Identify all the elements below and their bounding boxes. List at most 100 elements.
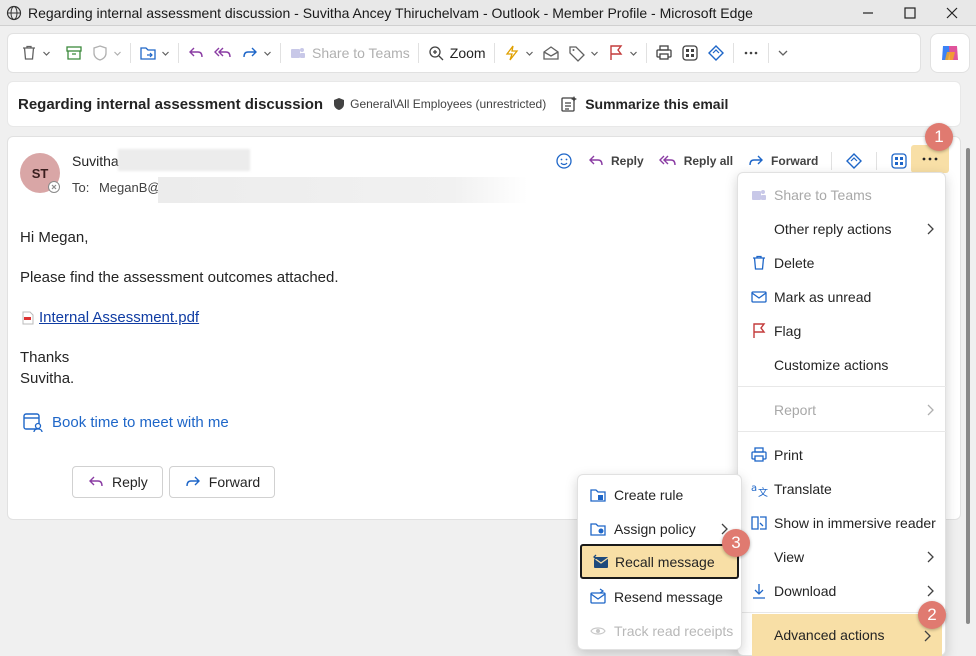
forward-icon [243,47,257,58]
sensitivity-label[interactable]: General\All Employees (unrestricted) [333,97,546,111]
menu-item-report[interactable]: Report [738,393,947,427]
forward-toolbar-button[interactable] [237,38,276,68]
more-toolbar-button[interactable] [738,38,764,68]
pdf-file-icon [22,311,34,324]
apps-button[interactable] [677,38,703,68]
forward-button[interactable]: Forward [168,466,276,498]
close-window-button[interactable] [932,0,972,26]
archive-button[interactable] [61,38,87,68]
attachment-name[interactable]: Internal Assessment.pdf [39,309,199,326]
submenu-item-create-rule[interactable]: Create rule [578,478,743,512]
move-button[interactable] [135,38,174,68]
menu-item-label: Print [774,447,803,463]
loop-action[interactable] [838,149,870,173]
menu-item-advanced-actions[interactable]: Advanced actions [752,614,942,656]
loop-icon [707,45,724,61]
menu-item-print[interactable]: Print [738,438,947,472]
message-actions: Reply Reply all Forward [548,149,915,173]
reply-button-row: Reply Forward [72,466,281,498]
menu-item-label: Translate [774,481,832,497]
divider [493,43,495,63]
translate-icon: a文 [751,483,768,498]
chevron-down-icon [778,50,788,56]
edge-globe-icon [6,5,22,20]
copilot-button[interactable] [930,33,970,73]
book-time-link[interactable]: Book time to meet with me [22,411,229,433]
trash-icon [753,255,765,270]
menu-item-other-reply-actions[interactable]: Other reply actions [738,212,947,246]
emoji-reaction-button[interactable] [548,149,580,173]
submenu-item-label: Resend message [614,589,723,605]
minimize-button[interactable] [848,0,888,26]
loop-icon [846,153,863,169]
forward-button-label: Forward [208,474,261,490]
chevron-down-icon [43,51,50,56]
summarize-label: Summarize this email [585,96,729,112]
maximize-icon [904,7,916,19]
summarize-icon [561,96,578,112]
menu-item-flag[interactable]: Flag [738,314,947,348]
print-button[interactable] [651,38,677,68]
menu-item-download[interactable]: Download [738,574,947,608]
menu-item-share-to-teams[interactable]: Share to Teams [738,178,947,212]
presence-icon [48,181,60,193]
chevron-right-icon [927,585,934,597]
menu-item-label: Advanced actions [774,627,885,643]
menu-item-label: View [774,549,805,565]
share-to-teams-button[interactable]: Share to Teams [285,38,414,68]
reply-all-action[interactable]: Reply all [651,149,740,173]
submenu-item-resend-message[interactable]: Resend message [578,580,743,614]
submenu-item-recall-message[interactable]: Recall message [580,544,739,579]
summarize-button[interactable]: Summarize this email [560,95,728,113]
divider [732,43,734,63]
menu-item-view[interactable]: View [738,540,947,574]
reply-button[interactable]: Reply [72,466,163,498]
print-icon [751,447,767,462]
flag-icon [753,323,766,338]
share-to-teams-label: Share to Teams [312,45,410,61]
expand-toolbar-button[interactable] [773,38,793,68]
delete-button[interactable] [16,38,55,68]
categorize-button[interactable] [564,38,603,68]
zoom-label: Zoom [449,45,486,61]
reply-action[interactable]: Reply [580,149,651,173]
loop-button[interactable] [703,38,729,68]
trash-icon [23,45,35,60]
divider [831,152,833,170]
reply-button-label: Reply [112,474,148,490]
menu-item-translate[interactable]: a文 Translate [738,472,947,506]
maximize-button[interactable] [890,0,930,26]
menu-item-immersive-reader[interactable]: Show in immersive reader [738,506,947,540]
recipient-name[interactable]: MeganB@ [99,180,161,195]
report-button[interactable] [87,38,126,68]
step-badge-2: 2 [918,601,946,629]
reply-all-toolbar-button[interactable] [209,38,237,68]
emoji-icon [556,153,572,169]
apps-icon [891,153,908,169]
flag-button[interactable] [603,38,642,68]
submenu-item-track-read-receipts[interactable]: Track read receipts [578,614,743,648]
scrollbar[interactable] [964,136,972,656]
sender-name[interactable]: Suvitha [72,153,119,169]
mark-read-button[interactable] [538,38,564,68]
envelope-icon [751,291,767,303]
forward-action-label: Forward [771,154,819,168]
menu-item-mark-as-unread[interactable]: Mark as unread [738,280,947,314]
submenu-item-label: Create rule [614,487,684,503]
forward-action[interactable]: Forward [740,149,825,173]
divider [417,43,419,63]
reply-action-label: Reply [611,154,644,168]
submenu-item-assign-policy[interactable]: Assign policy [578,512,743,546]
scrollbar-thumb[interactable] [966,148,970,624]
assign-policy-icon [590,523,606,536]
forward-icon [749,155,764,166]
reply-all-icon [658,155,676,166]
zoom-button[interactable]: Zoom [423,38,490,68]
rules-button[interactable] [499,38,538,68]
attachment-link[interactable]: Internal Assessment.pdf [22,309,199,326]
chevron-down-icon [590,51,598,56]
menu-item-customize-actions[interactable]: Customize actions [738,348,947,382]
reply-icon [589,155,603,166]
menu-item-delete[interactable]: Delete [738,246,947,280]
reply-toolbar-button[interactable] [183,38,209,68]
